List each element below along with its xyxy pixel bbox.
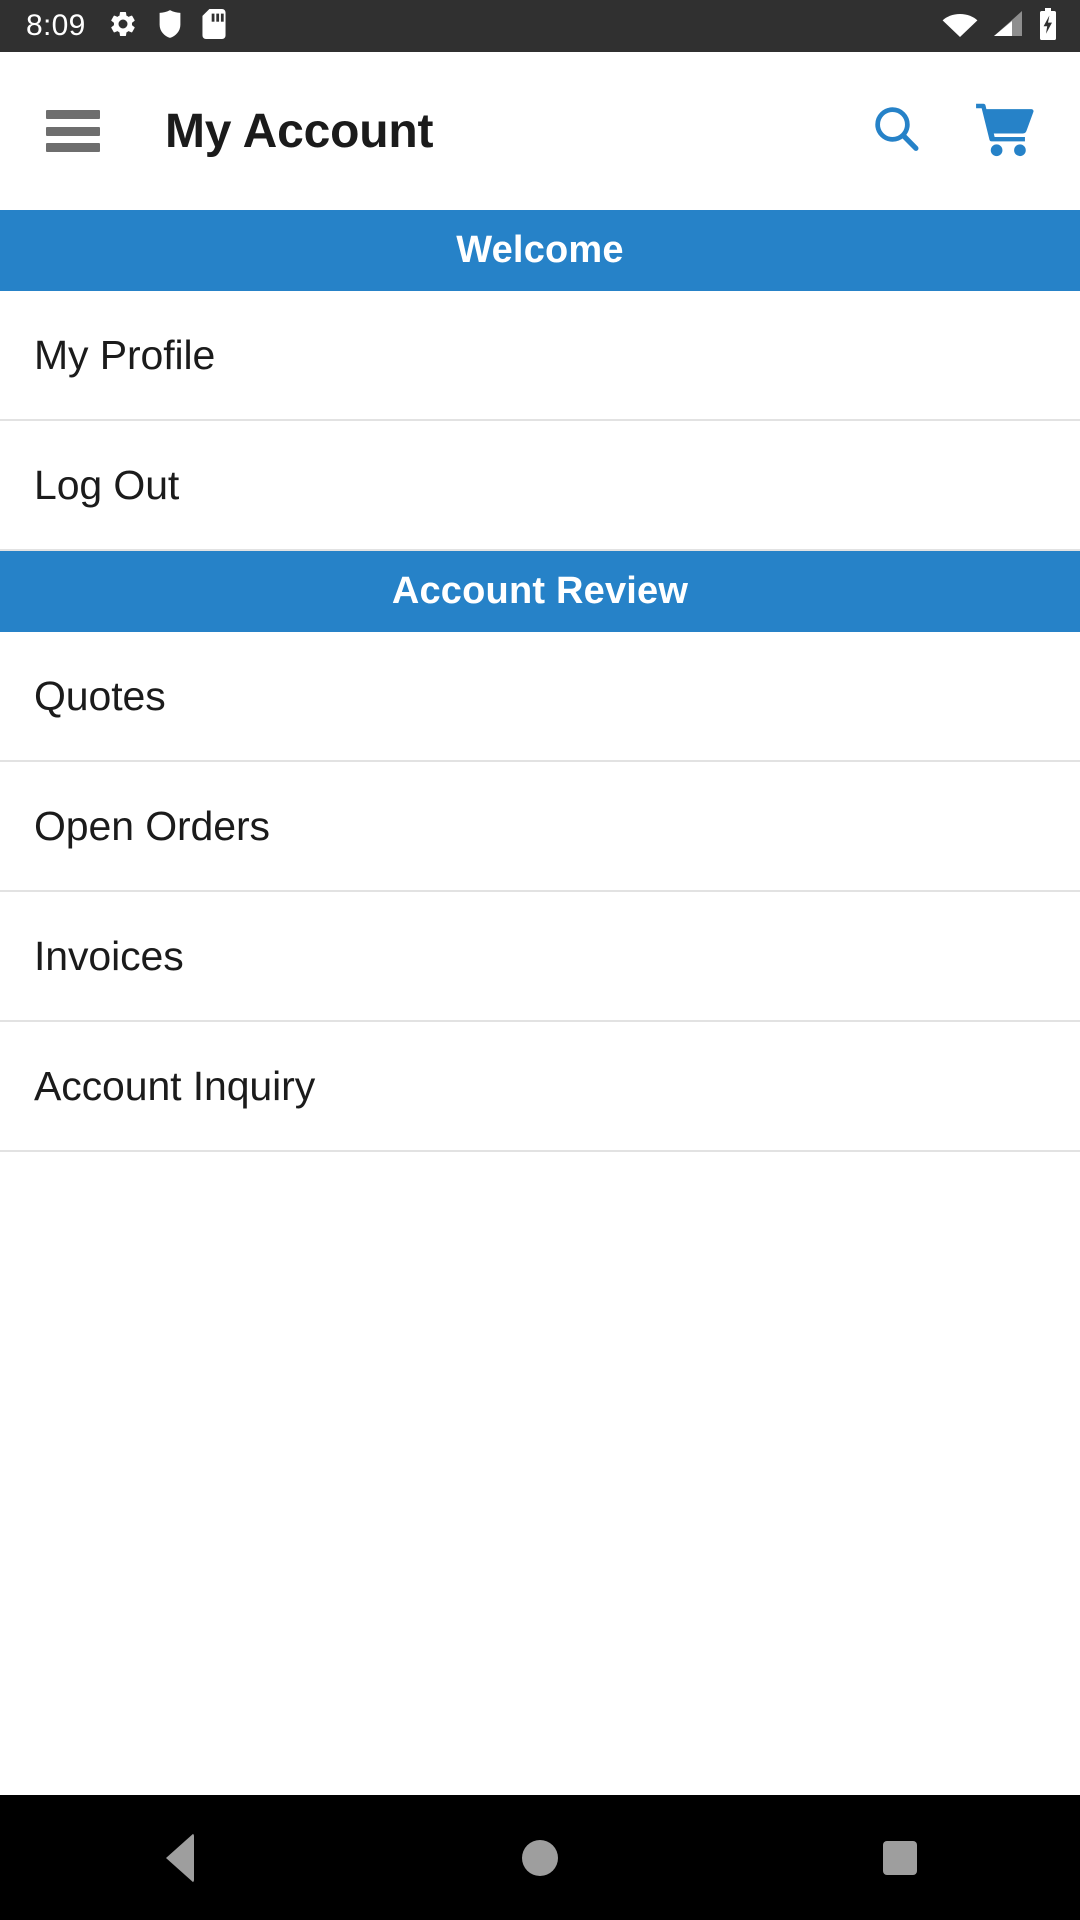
list-item-label: My Profile <box>34 331 216 378</box>
list-item-open-orders[interactable]: Open Orders <box>0 762 1080 892</box>
recents-square-icon <box>883 1840 917 1875</box>
battery-charging-icon <box>1038 7 1058 45</box>
search-icon <box>870 102 924 161</box>
cell-signal-icon <box>992 10 1024 43</box>
nav-back-button[interactable] <box>90 1795 270 1920</box>
status-bar: 8:09 <box>0 0 1080 52</box>
account-menu-list: Welcome My Profile Log Out Account Revie… <box>0 210 1080 1795</box>
hamburger-bar-3 <box>46 143 100 152</box>
list-item-label: Invoices <box>34 932 184 979</box>
section-header-welcome: Welcome <box>0 210 1080 291</box>
home-circle-icon <box>522 1839 558 1876</box>
page-title: My Account <box>165 104 434 158</box>
list-item-label: Open Orders <box>34 802 270 849</box>
sd-card-icon <box>202 8 226 44</box>
gear-icon <box>108 9 138 44</box>
android-navigation-bar <box>0 1795 1080 1920</box>
status-bar-left: 8:09 <box>26 8 942 44</box>
status-bar-right <box>942 7 1058 45</box>
list-item-log-out[interactable]: Log Out <box>0 421 1080 551</box>
hamburger-bar-2 <box>46 126 100 136</box>
nav-recents-button[interactable] <box>810 1795 990 1920</box>
cart-button[interactable] <box>974 101 1036 162</box>
app-bar: My Account <box>0 52 1080 210</box>
app-bar-actions <box>870 101 1056 162</box>
shopping-cart-icon <box>974 101 1036 162</box>
hamburger-bar-1 <box>46 110 100 119</box>
list-empty-area <box>0 1152 1080 1792</box>
shield-icon <box>156 9 184 44</box>
hamburger-menu-icon[interactable] <box>46 110 100 152</box>
wifi-icon <box>942 10 978 43</box>
section-header-account-review: Account Review <box>0 551 1080 632</box>
list-item-account-inquiry[interactable]: Account Inquiry <box>0 1022 1080 1152</box>
search-button[interactable] <box>870 102 924 161</box>
list-item-label: Account Inquiry <box>34 1062 316 1109</box>
list-item-my-profile[interactable]: My Profile <box>0 291 1080 421</box>
list-item-label: Quotes <box>34 672 166 719</box>
status-bar-clock: 8:09 <box>26 9 86 42</box>
list-item-quotes[interactable]: Quotes <box>0 632 1080 762</box>
back-triangle-icon <box>166 1832 194 1883</box>
list-item-invoices[interactable]: Invoices <box>0 892 1080 1022</box>
nav-home-button[interactable] <box>450 1795 630 1920</box>
list-item-label: Log Out <box>34 461 180 508</box>
